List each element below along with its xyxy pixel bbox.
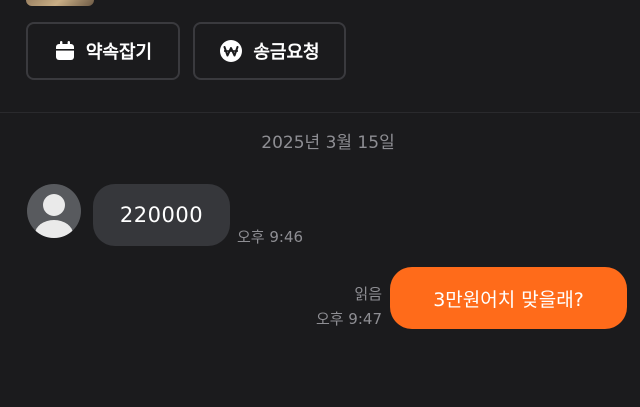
- incoming-message-time: 오후 9:46: [237, 228, 304, 246]
- incoming-message-text: 220000: [119, 203, 204, 227]
- calendar-icon: [54, 40, 76, 62]
- appointment-button[interactable]: 약속잡기: [26, 22, 180, 80]
- chat-screen: 약속잡기 송금요청 2025년 3월 15일 220000 오후 9:46 읽음…: [0, 0, 640, 407]
- incoming-message-bubble[interactable]: 220000: [93, 184, 230, 246]
- date-separator: 2025년 3월 15일: [261, 133, 395, 153]
- outgoing-message-bubble[interactable]: 3만원어치 맞을래?: [390, 267, 627, 329]
- read-receipt: 읽음: [354, 285, 382, 303]
- remit-request-button[interactable]: 송금요청: [193, 22, 346, 80]
- avatar[interactable]: [27, 184, 81, 238]
- section-divider: [0, 112, 640, 113]
- outgoing-message-time: 오후 9:47: [315, 310, 382, 328]
- product-thumbnail[interactable]: [26, 0, 94, 6]
- appointment-button-label: 약속잡기: [85, 42, 153, 63]
- won-coin-icon: [219, 39, 243, 63]
- outgoing-message-text: 3만원어치 맞을래?: [433, 288, 584, 311]
- default-profile-icon: [35, 194, 73, 238]
- remit-request-button-label: 송금요청: [253, 42, 320, 63]
